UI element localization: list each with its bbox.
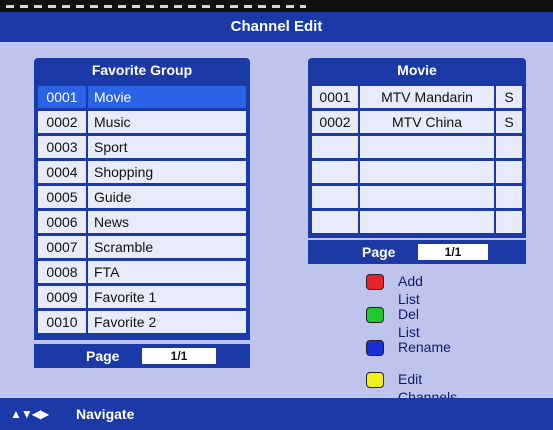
page-label: Page [86,348,120,364]
favorite-group-row[interactable]: 0008 FTA [34,261,250,283]
group-number: 0008 [38,261,86,283]
navigate-arrows-icon: ▲▼◀▶ [10,407,49,421]
favorite-group-row[interactable]: 0007 Scramble [34,236,250,258]
channel-name [360,186,494,208]
channel-name [360,211,494,233]
top-border [0,0,553,12]
channel-row[interactable]: 0002 MTV China S [308,111,526,133]
group-number: 0009 [38,286,86,308]
channel-flag [496,186,522,208]
group-number: 0001 [38,86,86,108]
group-number: 0007 [38,236,86,258]
group-name: Scramble [88,236,246,258]
group-name: Music [88,111,246,133]
legend-label: Add List [398,273,423,307]
page-label: Page [362,244,396,260]
channel-number [312,211,358,233]
channel-flag [496,136,522,158]
channel-name [360,161,494,183]
blue-key-icon [366,340,384,356]
channel-number [312,161,358,183]
channel-row[interactable] [308,161,526,183]
legend-label: Del List [398,306,420,340]
navigate-label: Navigate [76,406,135,422]
favorite-group-page-bar: Page 1/1 [34,344,250,368]
channel-list-header: Movie [308,58,526,82]
favorite-group-row[interactable]: 0005 Guide [34,186,250,208]
group-name: Guide [88,186,246,208]
group-name: FTA [88,261,246,283]
channel-list-page-bar: Page 1/1 [308,240,526,264]
group-number: 0004 [38,161,86,183]
channel-number [312,136,358,158]
channel-number: 0002 [312,111,358,133]
favorite-group-row[interactable]: 0010 Favorite 2 [34,311,250,333]
group-number: 0010 [38,311,86,333]
favorite-group-row[interactable]: 0009 Favorite 1 [34,286,250,308]
green-key-icon [366,307,384,323]
favorite-group-row[interactable]: 0002 Music [34,111,250,133]
channel-row[interactable] [308,186,526,208]
group-name: News [88,211,246,233]
legend-label: Rename [398,339,451,355]
channel-flag [496,211,522,233]
channel-row[interactable] [308,211,526,233]
favorite-group-row[interactable]: 0004 Shopping [34,161,250,183]
channel-row[interactable] [308,136,526,158]
group-name: Shopping [88,161,246,183]
group-number: 0005 [38,186,86,208]
group-name: Favorite 1 [88,286,246,308]
group-number: 0006 [38,211,86,233]
channel-name [360,136,494,158]
channel-list: 0001 MTV Mandarin S 0002 MTV China S [308,82,526,238]
group-name: Favorite 2 [88,311,246,333]
page-title: Channel Edit [0,12,553,42]
group-name: Movie [88,86,246,108]
favorite-group-row[interactable]: 0003 Sport [34,136,250,158]
channel-number [312,186,358,208]
footer-bar: ▲▼◀▶ Navigate [0,398,553,430]
group-number: 0003 [38,136,86,158]
channel-flag: S [496,86,522,108]
favorite-group-row[interactable]: 0001 Movie [34,86,250,108]
channel-row[interactable]: 0001 MTV Mandarin S [308,86,526,108]
channel-name: MTV China [360,111,494,133]
red-key-icon [366,274,384,290]
yellow-key-icon [366,372,384,388]
channel-number: 0001 [312,86,358,108]
page-indicator: 1/1 [418,244,488,260]
favorite-group-row[interactable]: 0006 News [34,211,250,233]
group-number: 0002 [38,111,86,133]
favorite-group-list: 0001 Movie 0002 Music 0003 Sport 0004 Shopping 0… [34,82,250,340]
favorite-group-header: Favorite Group [34,58,250,82]
channel-flag: S [496,111,522,133]
channel-flag [496,161,522,183]
group-name: Sport [88,136,246,158]
channel-name: MTV Mandarin [360,86,494,108]
page-indicator: 1/1 [142,348,216,364]
